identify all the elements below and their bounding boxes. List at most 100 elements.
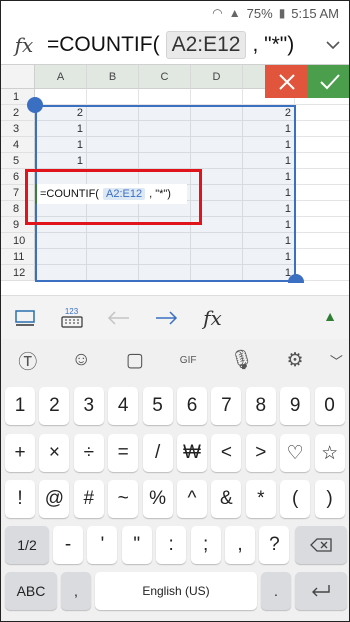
key[interactable]: , [225, 526, 255, 564]
key[interactable]: 0 [314, 387, 345, 425]
grid-cell[interactable] [295, 169, 349, 185]
grid-cell[interactable] [87, 249, 139, 265]
key[interactable]: 1 [5, 387, 35, 425]
chevron-down-icon[interactable] [315, 37, 349, 53]
select-all-corner[interactable] [1, 65, 35, 89]
grid-cell[interactable] [191, 121, 243, 137]
key[interactable]: 9 [280, 387, 311, 425]
grid-cell[interactable]: 1 [35, 137, 87, 153]
row-header[interactable]: 5 [1, 153, 35, 169]
key[interactable]: ^ [177, 480, 207, 518]
key[interactable]: 4 [108, 387, 139, 425]
grid-cell[interactable]: 1 [243, 169, 295, 185]
selection-handle-bottom-right[interactable] [288, 274, 304, 283]
microphone-icon[interactable]: 🎙︎ [215, 348, 268, 372]
grid-cell[interactable]: 1 [243, 137, 295, 153]
keypad-123-icon[interactable]: 123 [48, 307, 95, 328]
formula-range-ref[interactable]: A2:E12 [165, 30, 247, 59]
grid-cell[interactable]: 1 [243, 265, 295, 281]
row-header[interactable]: 3 [1, 121, 35, 137]
grid-cell[interactable] [191, 137, 243, 153]
key[interactable]: 3 [73, 387, 104, 425]
key[interactable]: × [39, 434, 70, 472]
grid-cell[interactable] [35, 265, 87, 281]
backspace-key[interactable] [295, 526, 347, 564]
grid-cell[interactable] [139, 265, 191, 281]
grid-cell[interactable]: 2 [243, 105, 295, 121]
grid-cell[interactable]: 2 [35, 105, 87, 121]
key[interactable]: 2 [39, 387, 70, 425]
insert-function-button[interactable]: fx [189, 306, 236, 330]
grid-cell[interactable] [295, 153, 349, 169]
key[interactable]: / [142, 434, 173, 472]
key[interactable]: # [73, 480, 104, 518]
key[interactable]: ) [314, 480, 345, 518]
grid-cell[interactable] [295, 121, 349, 137]
grid-cell[interactable] [87, 137, 139, 153]
grid-cell[interactable] [191, 89, 243, 105]
grid-cell[interactable] [87, 153, 139, 169]
grid-cell[interactable]: 1 [35, 121, 87, 137]
triangle-up-icon[interactable]: ▲ [323, 308, 337, 324]
grid-cell[interactable] [35, 249, 87, 265]
key[interactable]: @ [39, 480, 70, 518]
symbols-page-key[interactable]: 1/2 [5, 526, 49, 564]
chevron-down-icon[interactable]: ﹀ [322, 351, 349, 370]
key[interactable]: ? [259, 526, 290, 564]
grid-cell[interactable]: 1 [243, 233, 295, 249]
key[interactable]: * [245, 480, 276, 518]
enter-key[interactable] [295, 572, 347, 610]
row-header[interactable]: 12 [1, 265, 35, 281]
key[interactable]: ( [280, 480, 311, 518]
grid-cell[interactable] [295, 185, 349, 201]
grid-cell[interactable] [139, 249, 191, 265]
grid-cell[interactable] [139, 105, 191, 121]
key[interactable]: - [53, 526, 83, 564]
key[interactable]: % [142, 480, 173, 518]
key[interactable]: 5 [142, 387, 173, 425]
grid-cell[interactable] [139, 89, 191, 105]
arrow-left-icon[interactable] [95, 310, 142, 325]
key[interactable]: ÷ [73, 434, 104, 472]
column-header[interactable]: A [35, 65, 87, 89]
row-header[interactable]: 11 [1, 249, 35, 265]
grid-cell[interactable] [139, 121, 191, 137]
grid-cell[interactable] [35, 233, 87, 249]
period-key[interactable]: . [261, 572, 291, 610]
emoji-icon[interactable]: ☺ [54, 349, 107, 371]
text-style-icon[interactable]: Ⓣ [1, 347, 54, 374]
grid-cell[interactable] [191, 265, 243, 281]
row-header[interactable]: 4 [1, 137, 35, 153]
grid-cell[interactable] [295, 217, 349, 233]
column-header[interactable]: C [139, 65, 191, 89]
grid-cell[interactable]: 1 [243, 201, 295, 217]
grid-cell[interactable]: 1 [243, 217, 295, 233]
settings-gear-icon[interactable]: ⚙ [268, 349, 321, 372]
monitor-icon[interactable] [1, 309, 48, 327]
grid-cell[interactable] [191, 105, 243, 121]
column-header[interactable]: D [191, 65, 243, 89]
selection-handle-top-left[interactable] [27, 97, 43, 113]
space-key[interactable]: English (US) [95, 572, 257, 610]
key[interactable]: : [156, 526, 187, 564]
grid-cell[interactable] [295, 249, 349, 265]
formula-input[interactable]: =COUNTIF( A2:E12 , "*") [47, 30, 315, 59]
gif-icon[interactable]: GIF [161, 355, 214, 366]
key[interactable]: = [108, 434, 139, 472]
key[interactable]: 6 [177, 387, 207, 425]
key[interactable]: ~ [108, 480, 139, 518]
key[interactable]: ! [5, 480, 35, 518]
key[interactable]: " [121, 526, 152, 564]
grid-cell[interactable] [295, 201, 349, 217]
grid-cell[interactable]: 1 [243, 153, 295, 169]
grid-cell[interactable]: 1 [243, 185, 295, 201]
sticker-icon[interactable]: ▢ [108, 349, 161, 372]
comma-key[interactable]: , [61, 572, 91, 610]
key[interactable]: > [245, 434, 276, 472]
grid-cell[interactable] [191, 249, 243, 265]
column-header[interactable]: B [87, 65, 139, 89]
key[interactable]: ' [87, 526, 118, 564]
key[interactable]: ₩ [177, 434, 207, 472]
key[interactable]: & [211, 480, 242, 518]
grid-cell[interactable] [295, 137, 349, 153]
